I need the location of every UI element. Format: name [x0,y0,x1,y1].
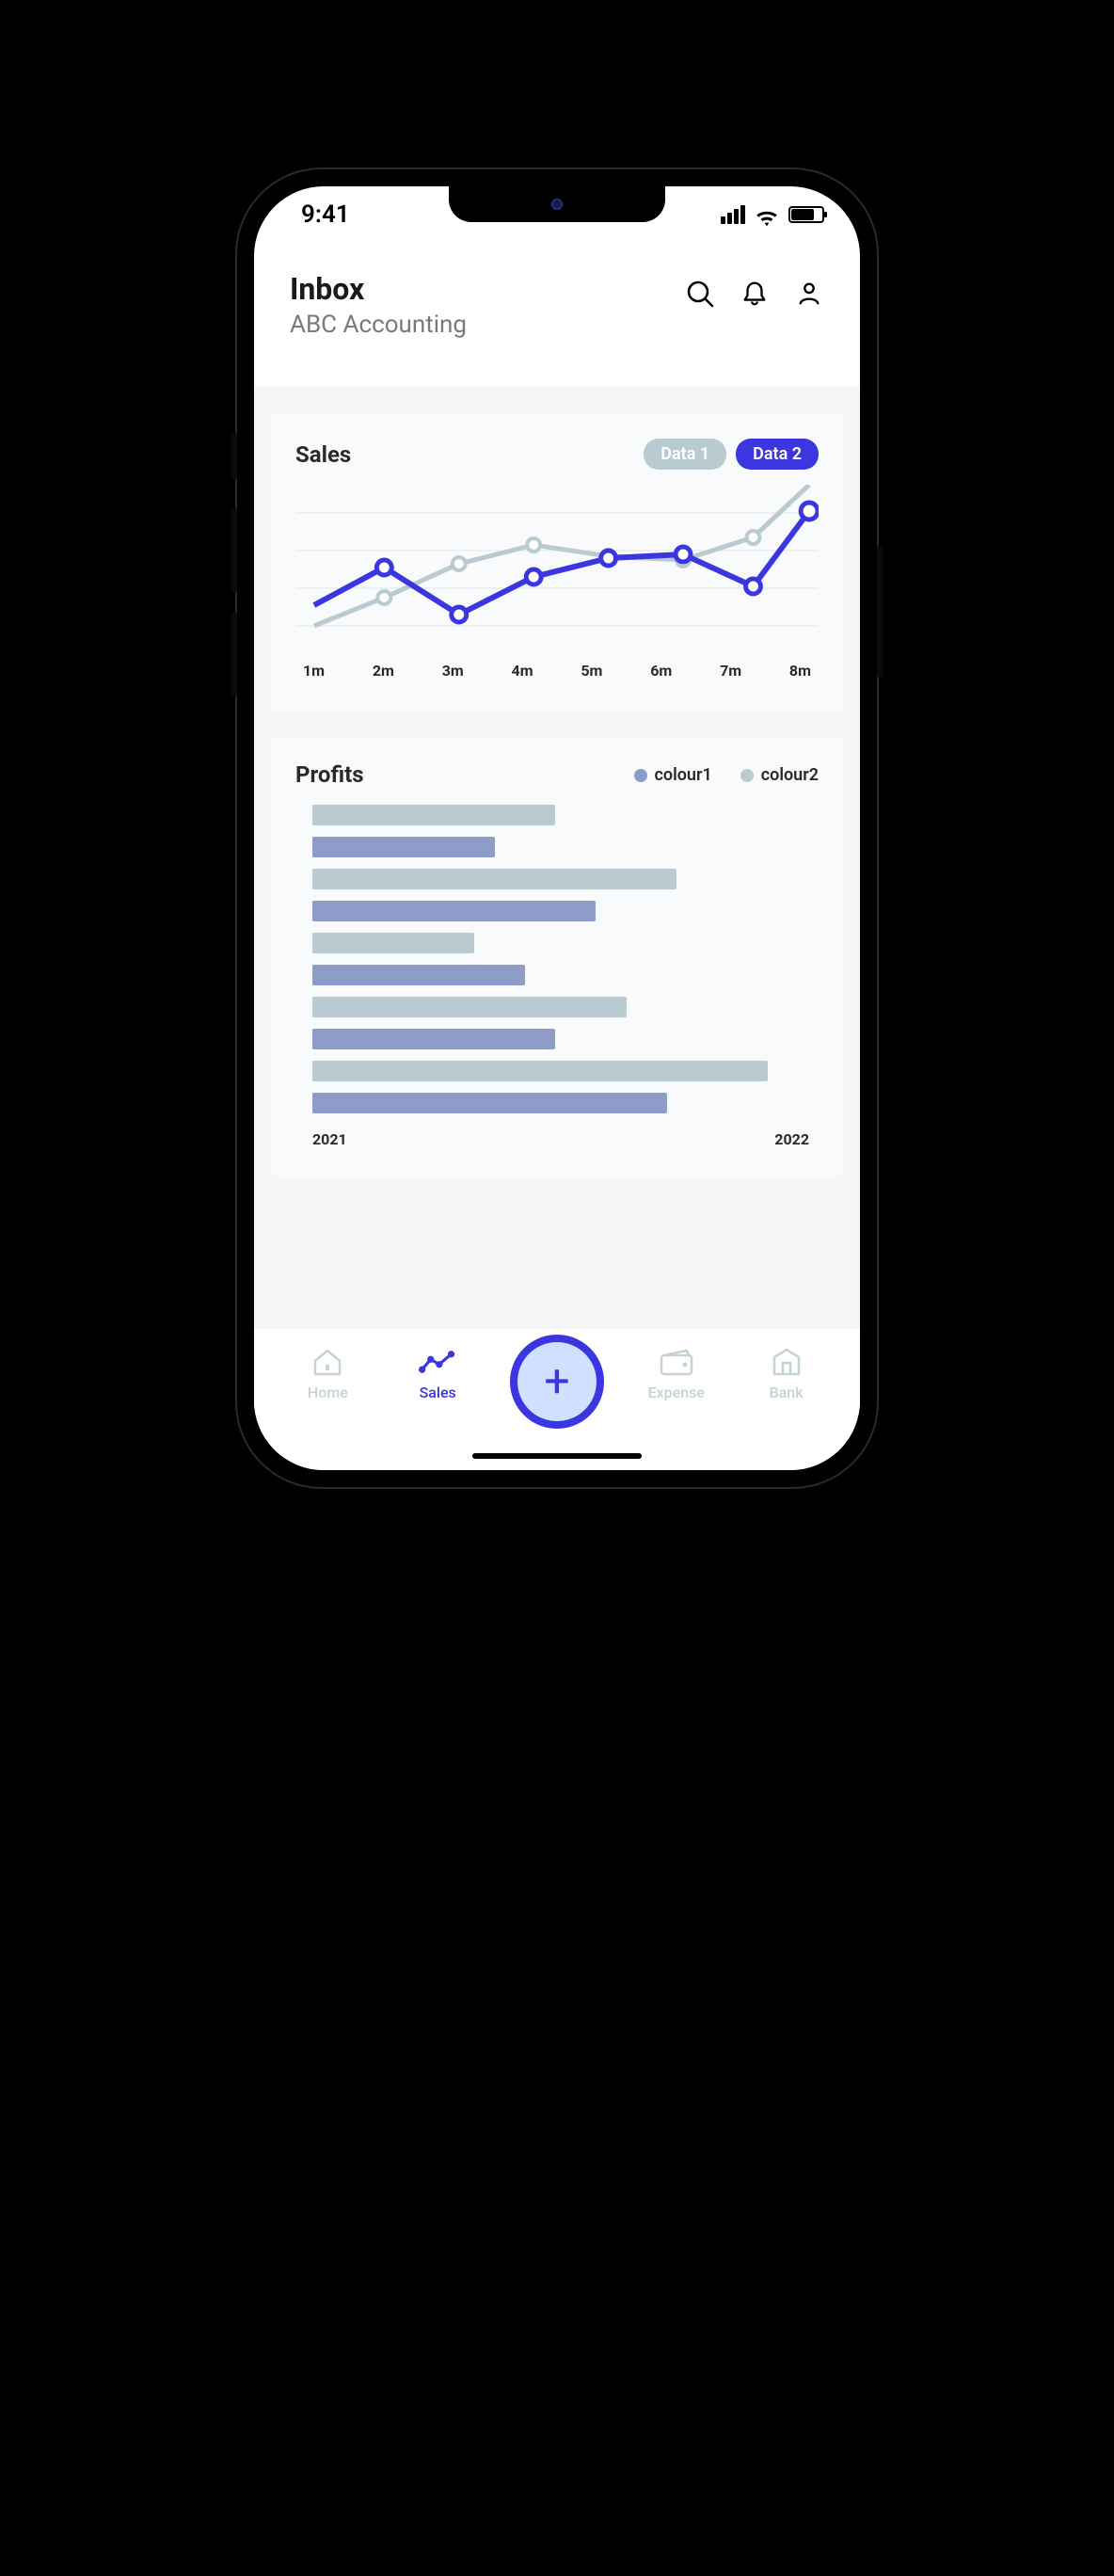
notch [449,186,665,222]
bar-row [312,1029,555,1049]
bar-row [312,901,596,921]
nav-label: Sales [420,1384,456,1401]
bell-icon[interactable] [740,279,770,309]
vol-down [231,612,237,696]
legend-dot-colour2 [740,769,754,782]
search-icon[interactable] [685,279,715,309]
page-subtitle: ABC Accounting [290,311,467,339]
sales-line-chart: 1m 2m 3m 4m 5m 6m 7m 8m [295,485,819,682]
profits-legend: colour1 colour2 [634,765,820,785]
xaxis-label: 4m [512,662,533,680]
sales-pill-data1[interactable]: Data 1 [644,439,726,470]
nav-bank[interactable]: Bank [749,1346,824,1401]
profits-title: Profits [295,761,364,788]
xaxis-label: 7m [720,662,741,680]
screen: 9:41 Inbox ABC Accounting [254,186,860,1470]
xaxis-label: 2m [373,662,394,680]
profits-bar-chart [295,805,819,1113]
profits-year-end: 2022 [774,1130,809,1148]
vol-up [231,508,237,593]
app-header: Inbox ABC Accounting [254,243,860,386]
wifi-icon [755,205,779,224]
battery-icon [788,206,824,223]
sales-pill-data2[interactable]: Data 2 [736,439,819,470]
nav-label: Home [308,1384,348,1401]
bar-row [312,1093,667,1113]
sales-card: Sales Data 1 Data 2 [271,414,843,711]
mute-switch [231,433,237,480]
bar-row [312,869,676,889]
nav-label: Expense [648,1384,705,1401]
xaxis-label: 3m [442,662,464,680]
fab-add-button[interactable]: + [510,1335,604,1429]
profile-icon[interactable] [794,279,824,309]
xaxis-label: 5m [581,662,602,680]
legend-label-1: colour1 [655,765,712,785]
xaxis-label: 6m [650,662,672,680]
nav-label: Bank [770,1384,804,1401]
xaxis-label: 8m [789,662,811,680]
plus-icon: + [544,1359,569,1404]
bottom-nav: Home Sales + Expense Bank [254,1329,860,1470]
legend-dot-colour1 [634,769,647,782]
nav-expense[interactable]: Expense [639,1346,714,1401]
bar-row [312,997,627,1017]
bar-row [312,1061,768,1081]
bar-row [312,837,495,857]
nav-home[interactable]: Home [290,1346,365,1401]
bar-row [312,933,474,953]
nav-sales[interactable]: Sales [400,1346,475,1401]
legend-label-2: colour2 [761,765,819,785]
bank-icon [768,1346,805,1378]
bar-row [312,805,555,825]
power-button [877,546,883,678]
phone-frame: 9:41 Inbox ABC Accounting [237,169,877,1487]
content-area: Sales Data 1 Data 2 [254,386,860,1470]
bar-row [312,965,525,985]
xaxis-label: 1m [303,662,325,680]
page-title: Inbox [290,271,467,307]
status-time: 9:41 [301,200,350,229]
sales-chart-icon [419,1346,456,1378]
profits-card: Profits colour1 colour2 [271,737,843,1176]
wallet-icon [658,1346,695,1378]
sales-title: Sales [295,441,351,468]
sales-xaxis: 1m 2m 3m 4m 5m 6m 7m 8m [295,648,819,680]
home-indicator[interactable] [472,1453,642,1459]
home-icon [309,1346,346,1378]
profits-year-start: 2021 [312,1130,347,1148]
front-camera [551,199,563,210]
cellular-icon [721,205,745,224]
